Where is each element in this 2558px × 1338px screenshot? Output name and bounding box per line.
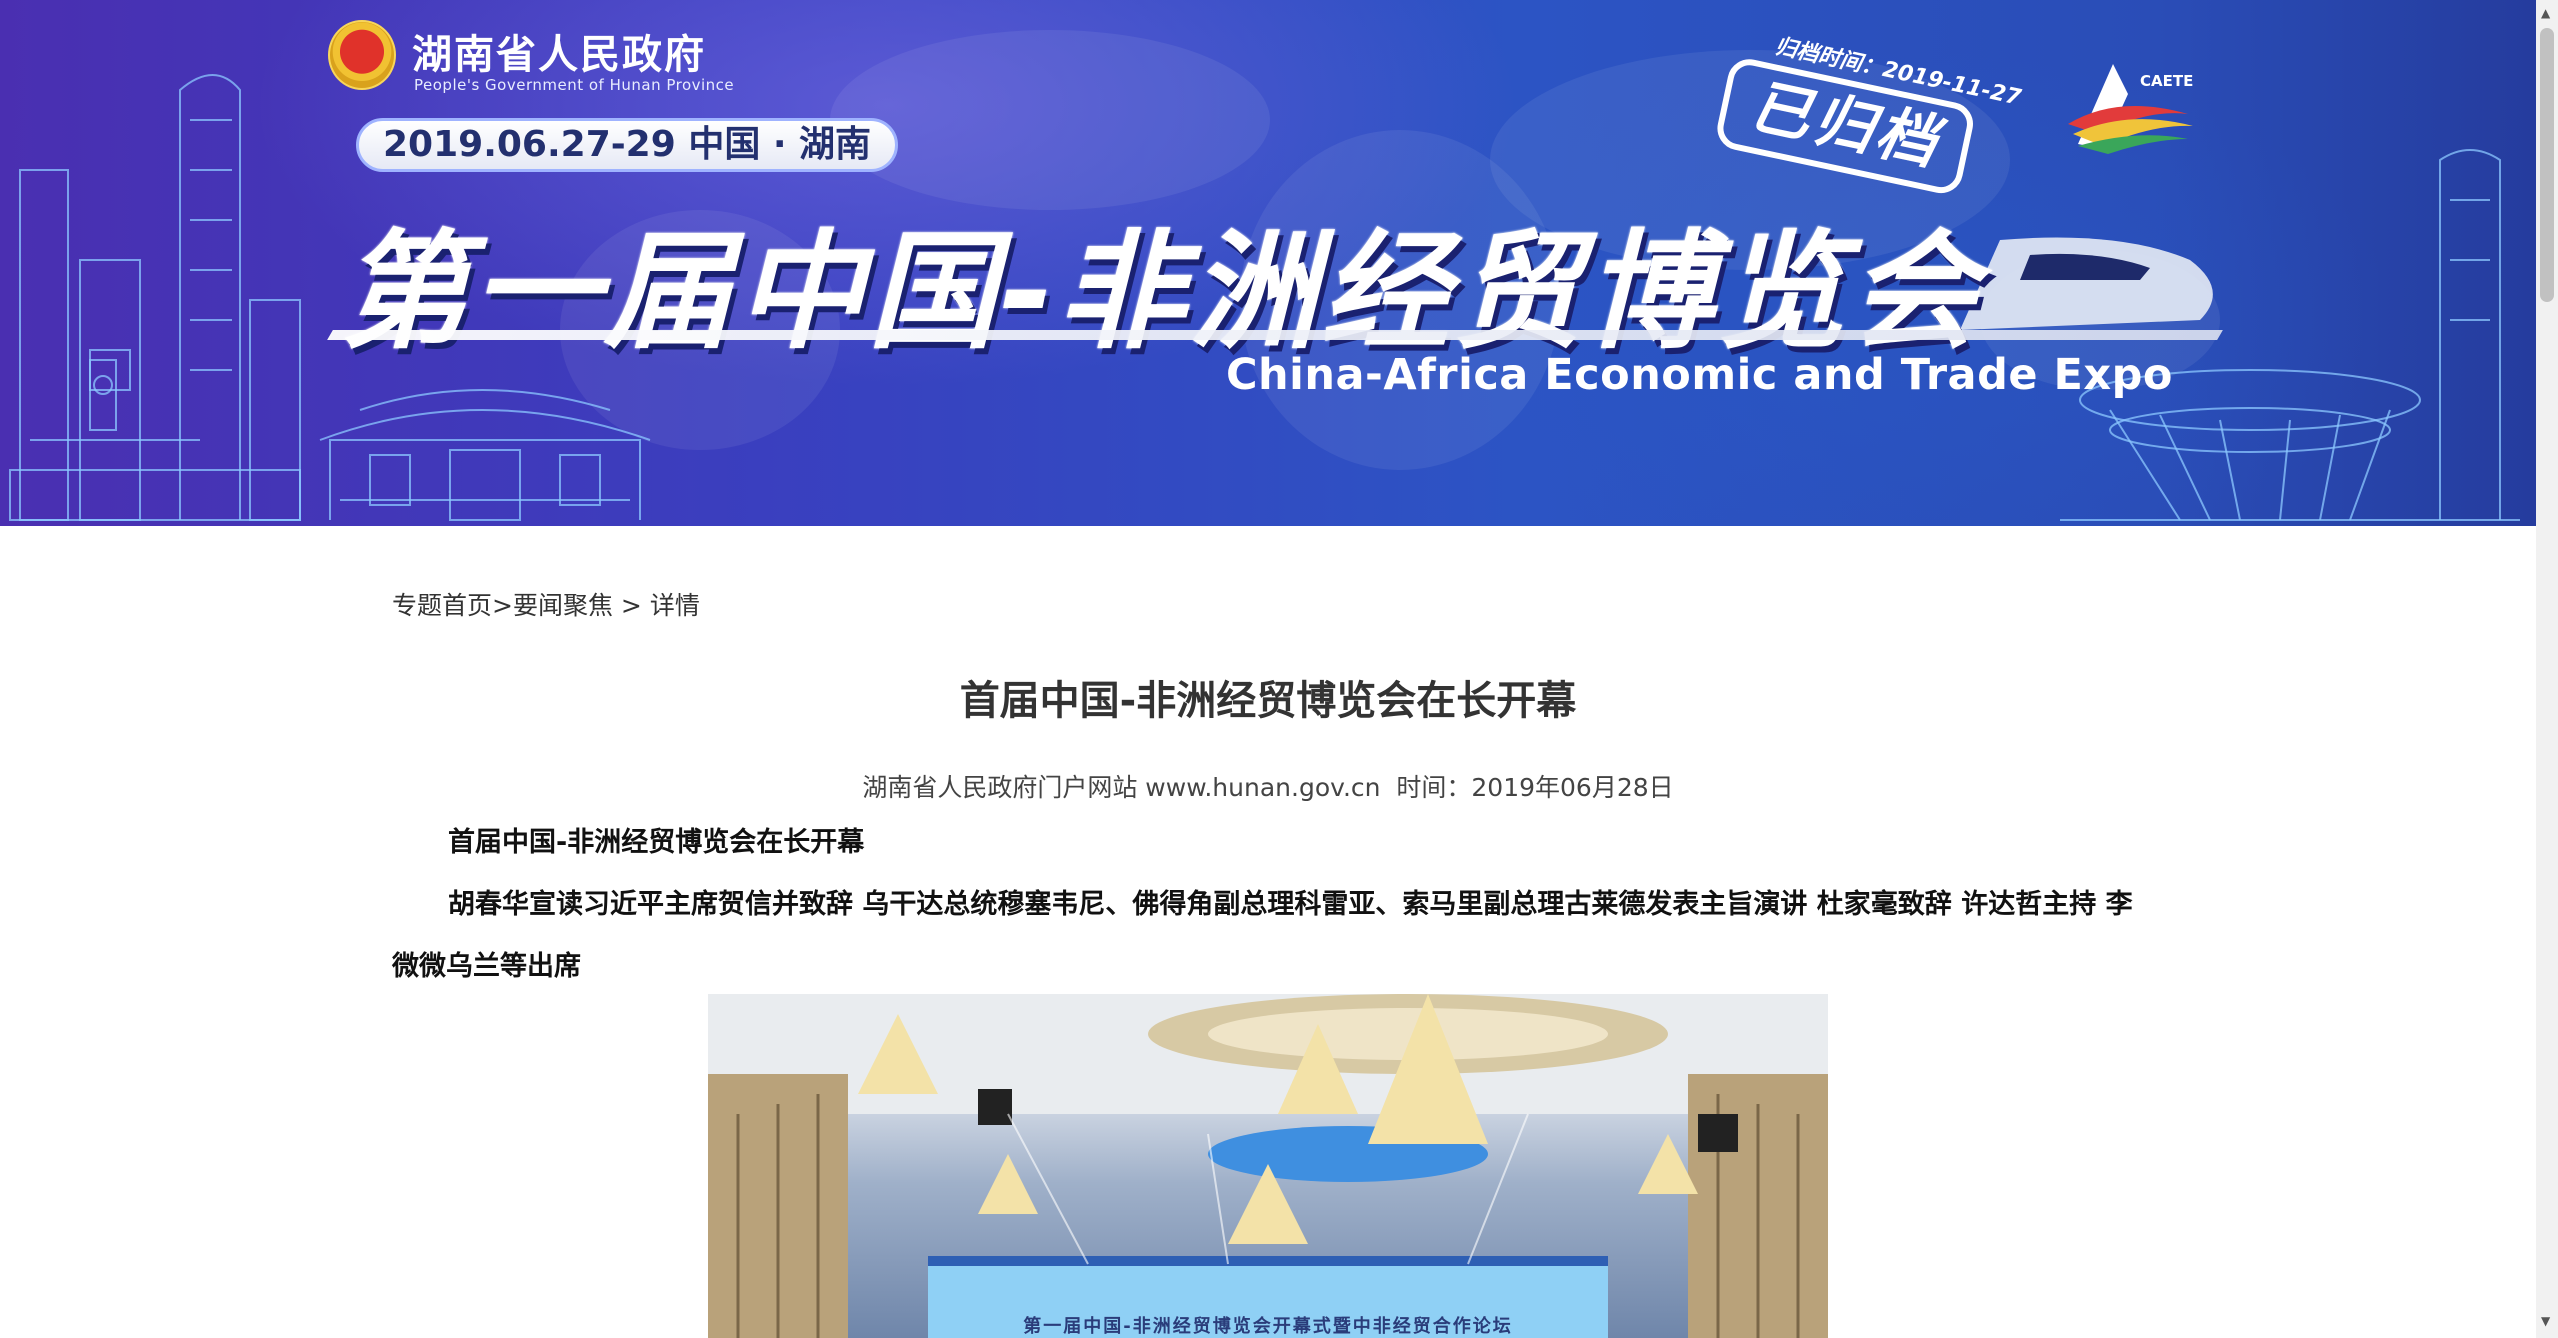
article-paragraph: 首届中国-非洲经贸博览会在长开幕 [448, 827, 865, 858]
breadcrumb-home-link[interactable]: 专题首页 [392, 591, 492, 620]
breadcrumb-separator: > [492, 591, 513, 620]
breadcrumb-current: 详情 [649, 591, 700, 620]
scroll-up-arrow-icon[interactable]: ▲ [2541, 6, 2550, 20]
caete-logo-text: CAETE [2140, 72, 2194, 90]
breadcrumb-section-link[interactable]: 要闻聚焦 [513, 591, 613, 620]
title-underline [327, 330, 2223, 340]
article-photo: 第一届中国-非洲经贸博览会开幕式暨中非经贸合作论坛 [708, 994, 1828, 1338]
breadcrumb: 专题首页>要闻聚焦 > 详情 [392, 586, 700, 622]
banquet-hall-photo [708, 994, 1828, 1338]
scroll-down-arrow-icon[interactable]: ▼ [2541, 1314, 2550, 1328]
header-banner: 湖南省人民政府 People's Government of Hunan Pro… [0, 0, 2536, 526]
page-scrollbar[interactable]: ▲ ▼ [2536, 0, 2558, 1338]
gov-subtitle: People's Government of Hunan Province [414, 76, 735, 94]
stage-screen-text: 第一届中国-非洲经贸博览会开幕式暨中非经贸合作论坛 [1023, 1316, 1513, 1337]
scroll-thumb[interactable] [2540, 28, 2554, 302]
expo-title: 第一届中国-非洲经贸博览会 [340, 218, 1982, 367]
caete-logo-icon [2068, 64, 2193, 154]
article-title: 首届中国-非洲经贸博览会在长开幕 [959, 678, 1577, 724]
article-meta: 湖南省人民政府门户网站 www.hunan.gov.cn 时间：2019年06月… [862, 773, 1674, 802]
national-emblem-icon [328, 20, 396, 90]
breadcrumb-separator: > [612, 591, 650, 620]
expo-title-en: China-Africa Economic and Trade Expo [1226, 350, 2173, 400]
gov-title: 湖南省人民政府 [412, 32, 706, 78]
article-paragraph: 胡春华宣读习近平主席贺信并致辞 乌干达总统穆塞韦尼、佛得角副总理科雷亚、索马里副… [392, 889, 2133, 982]
date-location-badge: 2019.06.27-29 中国 · 湖南 [356, 118, 899, 172]
